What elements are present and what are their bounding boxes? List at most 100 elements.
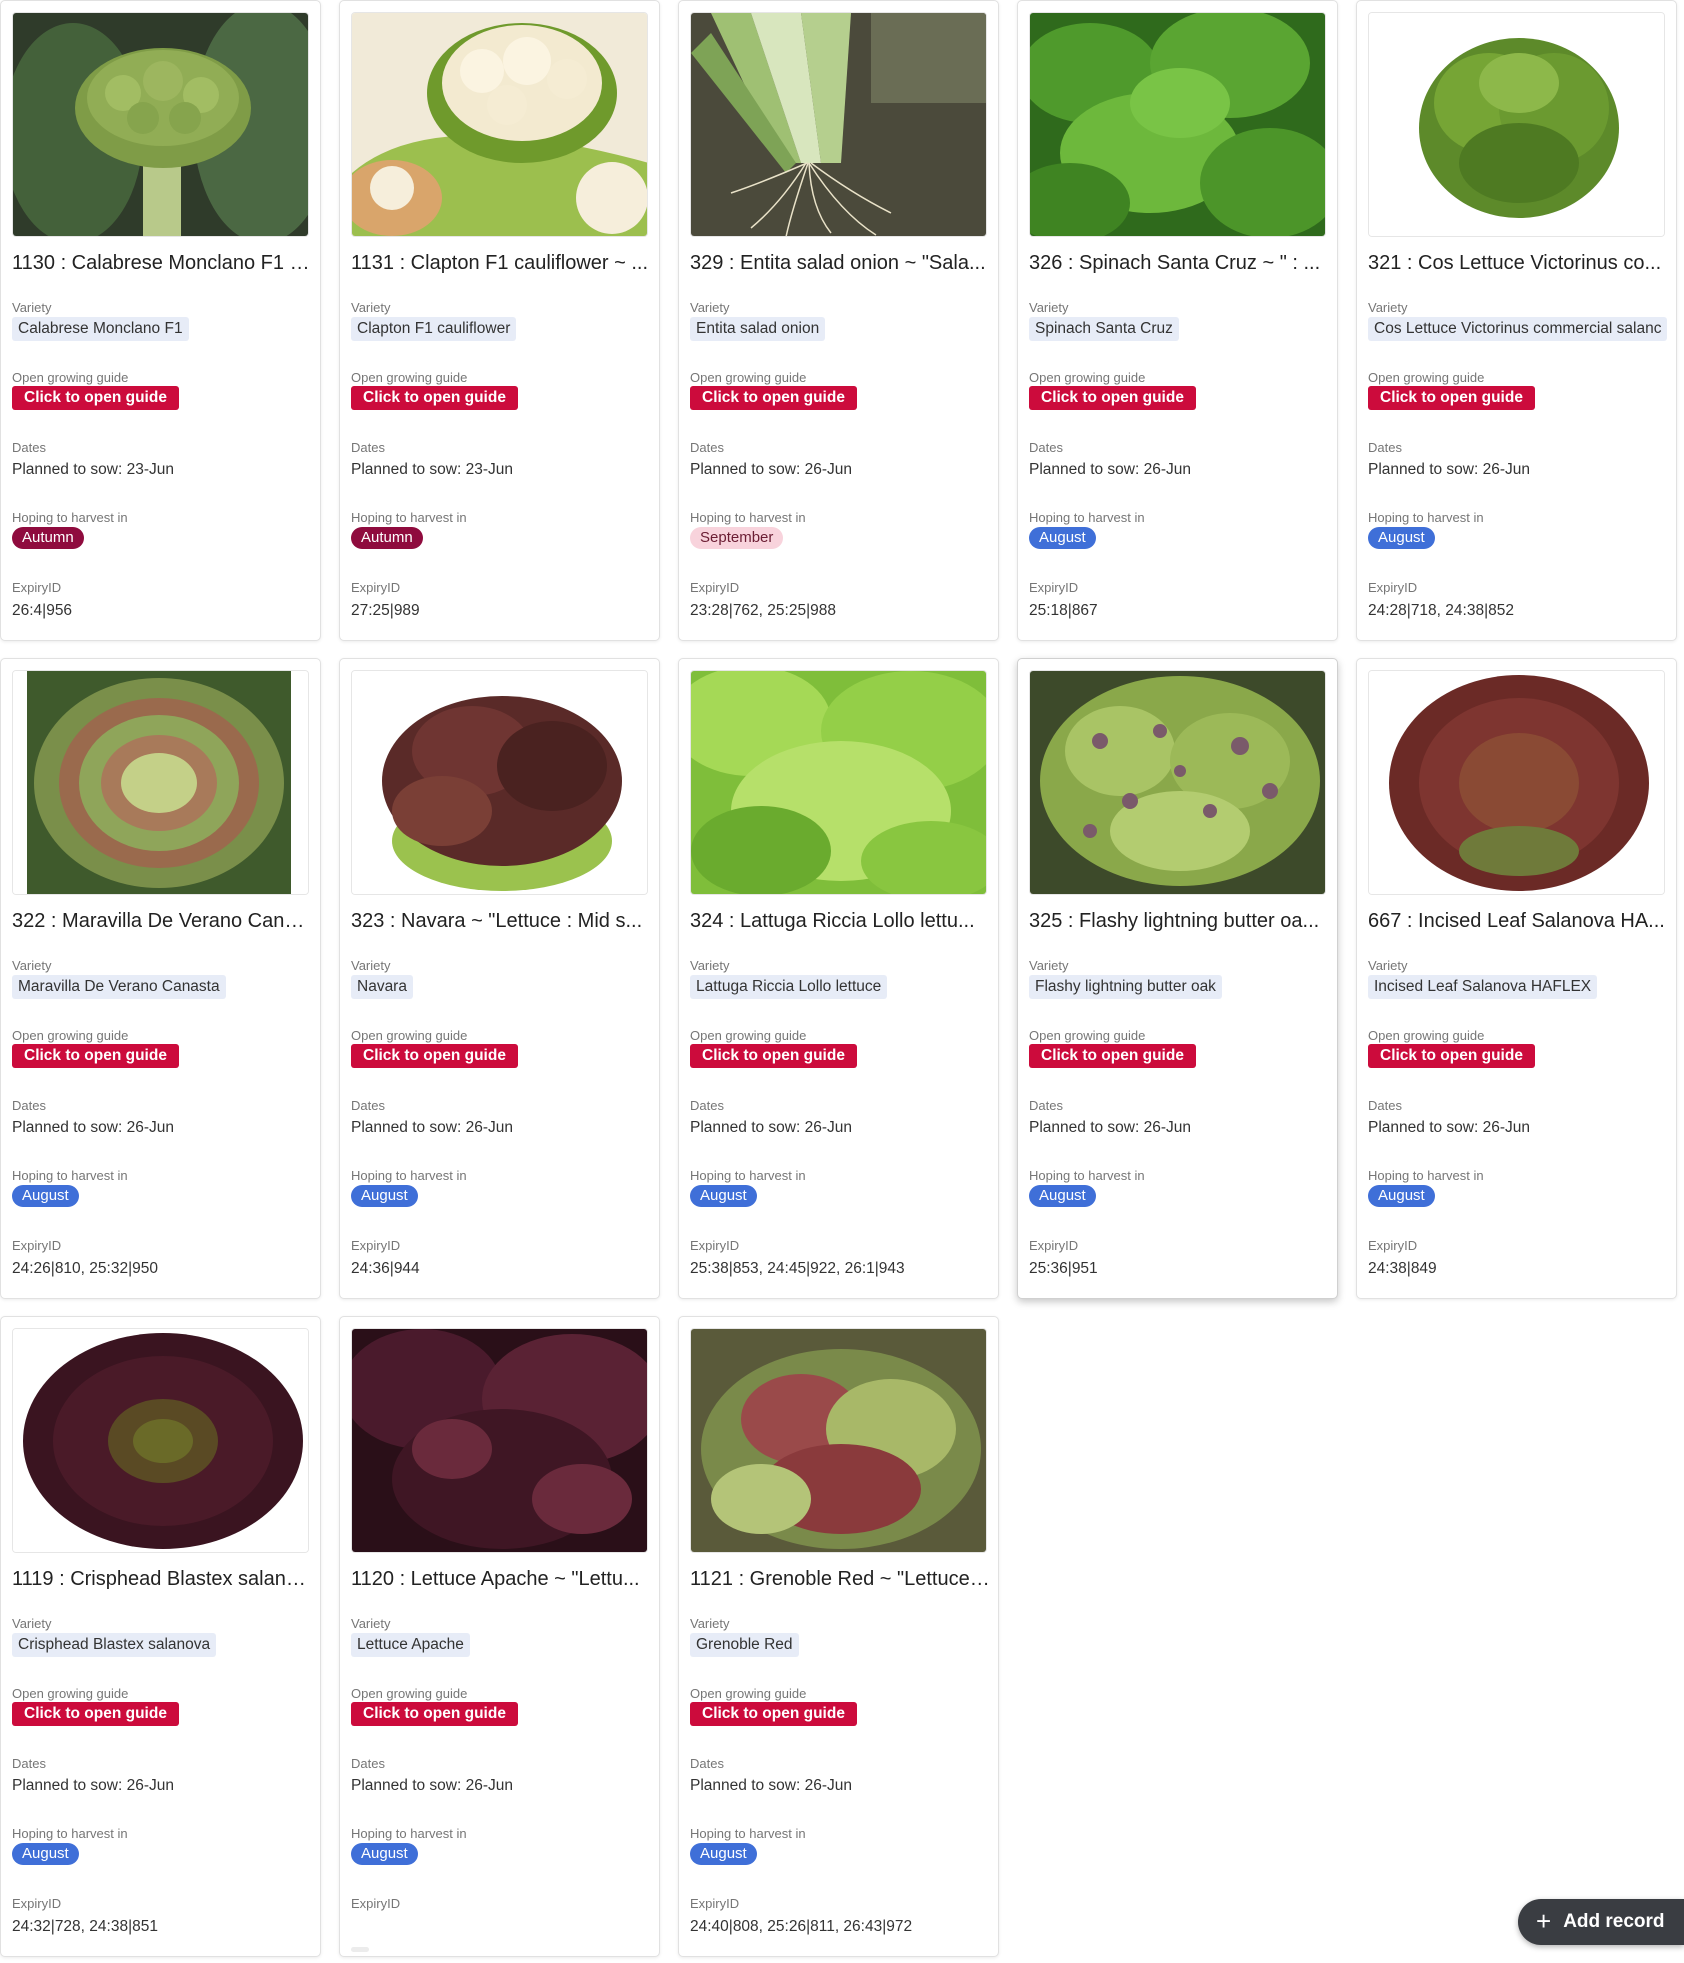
harvest-label: Hoping to harvest in: [351, 510, 467, 525]
variety-label: Variety: [12, 300, 52, 315]
planned-sow-date: Planned to sow: 23-Jun: [351, 461, 513, 478]
blastex-image: [12, 1328, 309, 1553]
record-card[interactable]: 322 : Maravilla De Verano Cana... Variet…: [0, 658, 321, 1299]
card-title: 326 : Spinach Santa Cruz ~ " : ...: [1029, 252, 1321, 274]
open-guide-button[interactable]: Click to open guide: [690, 1702, 857, 1726]
harvest-pill: August: [12, 1185, 79, 1207]
record-card[interactable]: 326 : Spinach Santa Cruz ~ " : ... Varie…: [1017, 0, 1338, 641]
variety-label: Variety: [690, 1616, 730, 1631]
open-guide-button[interactable]: Click to open guide: [12, 1044, 179, 1068]
variety-label: Variety: [1368, 300, 1408, 315]
variety-label: Variety: [1368, 958, 1408, 973]
expiry-value: 24:32|728, 24:38|851: [12, 1918, 158, 1935]
open-guide-button[interactable]: Click to open guide: [351, 386, 518, 410]
card-title: 1121 : Grenoble Red ~ "Lettuce ...: [690, 1568, 990, 1590]
record-card[interactable]: 1130 : Calabrese Monclano F1 ~... Variet…: [0, 0, 321, 641]
open-guide-button[interactable]: Click to open guide: [690, 1044, 857, 1068]
variety-label: Variety: [690, 958, 730, 973]
dates-label: Dates: [1029, 440, 1063, 455]
expiry-label: ExpiryID: [690, 1896, 740, 1911]
harvest-pill: August: [1029, 527, 1096, 549]
open-guide-button[interactable]: Click to open guide: [351, 1702, 518, 1726]
harvest-pill: August: [12, 1843, 79, 1865]
navara-lettuce-image: [351, 670, 648, 895]
card-title: 321 : Cos Lettuce Victorinus co...: [1368, 252, 1662, 274]
record-card[interactable]: 325 : Flashy lightning butter oa... Vari…: [1017, 658, 1338, 1299]
record-card[interactable]: 321 : Cos Lettuce Victorinus co... Varie…: [1356, 0, 1677, 641]
expiry-label: ExpiryID: [351, 580, 401, 595]
variety-chip: Spinach Santa Cruz: [1029, 317, 1179, 341]
expiry-value: 24:36|944: [351, 1260, 420, 1277]
harvest-label: Hoping to harvest in: [12, 1168, 128, 1183]
variety-chip: Calabrese Monclano F1: [12, 317, 189, 341]
expiry-empty: [351, 1947, 369, 1952]
guide-label: Open growing guide: [351, 370, 468, 385]
variety-label: Variety: [12, 958, 52, 973]
harvest-label: Hoping to harvest in: [690, 1826, 806, 1841]
planned-sow-date: Planned to sow: 26-Jun: [12, 1777, 174, 1794]
open-guide-button[interactable]: Click to open guide: [1368, 386, 1535, 410]
planned-sow-date: Planned to sow: 26-Jun: [1029, 1119, 1191, 1136]
record-card[interactable]: 1120 : Lettuce Apache ~ "Lettu... Variet…: [339, 1316, 660, 1957]
open-guide-button[interactable]: Click to open guide: [690, 386, 857, 410]
grenoble-red-image: [690, 1328, 987, 1553]
dates-label: Dates: [12, 1098, 46, 1113]
variety-chip: Entita salad onion: [690, 317, 826, 341]
open-guide-button[interactable]: Click to open guide: [12, 1702, 179, 1726]
guide-label: Open growing guide: [690, 1686, 807, 1701]
variety-chip: Lattuga Riccia Lollo lettuce: [690, 975, 888, 999]
cos-lettuce-image: [1368, 12, 1665, 237]
record-card[interactable]: 329 : Entita salad onion ~ "Sala... Vari…: [678, 0, 999, 641]
card-title: 1120 : Lettuce Apache ~ "Lettu...: [351, 1568, 640, 1590]
harvest-label: Hoping to harvest in: [690, 1168, 806, 1183]
add-record-label: Add record: [1563, 1911, 1665, 1932]
planned-sow-date: Planned to sow: 26-Jun: [690, 461, 852, 478]
record-card[interactable]: 1119 : Crisphead Blastex salano... Varie…: [0, 1316, 321, 1957]
dates-label: Dates: [12, 440, 46, 455]
planned-sow-date: Planned to sow: 26-Jun: [690, 1777, 852, 1794]
cauliflower-image: [351, 12, 648, 237]
plus-icon: +: [1536, 1906, 1552, 1936]
card-title: 329 : Entita salad onion ~ "Sala...: [690, 252, 986, 274]
dates-label: Dates: [351, 440, 385, 455]
expiry-value: 25:18|867: [1029, 602, 1098, 619]
planned-sow-date: Planned to sow: 23-Jun: [12, 461, 174, 478]
variety-chip: Flashy lightning butter oak: [1029, 975, 1222, 999]
harvest-pill: August: [1368, 1185, 1435, 1207]
card-title: 1130 : Calabrese Monclano F1 ~...: [12, 252, 312, 274]
open-guide-button[interactable]: Click to open guide: [1029, 1044, 1196, 1068]
open-guide-button[interactable]: Click to open guide: [1368, 1044, 1535, 1068]
expiry-label: ExpiryID: [351, 1896, 401, 1911]
variety-chip: Cos Lettuce Victorinus commercial salanc: [1368, 317, 1668, 341]
guide-label: Open growing guide: [12, 1686, 129, 1701]
harvest-pill: Autumn: [12, 527, 84, 549]
spinach-image: [1029, 12, 1326, 237]
expiry-label: ExpiryID: [1368, 1238, 1418, 1253]
variety-chip: Clapton F1 cauliflower: [351, 317, 517, 341]
record-card[interactable]: 324 : Lattuga Riccia Lollo lettu... Vari…: [678, 658, 999, 1299]
record-card[interactable]: 1121 : Grenoble Red ~ "Lettuce ... Varie…: [678, 1316, 999, 1957]
harvest-pill: August: [690, 1843, 757, 1865]
record-card[interactable]: 1131 : Clapton F1 cauliflower ~ ... Vari…: [339, 0, 660, 641]
expiry-label: ExpiryID: [1368, 580, 1418, 595]
expiry-value: 25:36|951: [1029, 1260, 1098, 1277]
planned-sow-date: Planned to sow: 26-Jun: [351, 1777, 513, 1794]
expiry-value: 25:38|853, 24:45|922, 26:1|943: [690, 1260, 905, 1277]
expiry-label: ExpiryID: [690, 580, 740, 595]
variety-label: Variety: [690, 300, 730, 315]
expiry-label: ExpiryID: [12, 1238, 62, 1253]
harvest-label: Hoping to harvest in: [1368, 510, 1484, 525]
open-guide-button[interactable]: Click to open guide: [351, 1044, 518, 1068]
maravilla-lettuce-image: [12, 670, 309, 895]
card-title: 325 : Flashy lightning butter oa...: [1029, 910, 1320, 932]
add-record-button[interactable]: + Add record: [1518, 1899, 1684, 1945]
guide-label: Open growing guide: [1368, 370, 1485, 385]
record-card[interactable]: 667 : Incised Leaf Salanova HA... Variet…: [1356, 658, 1677, 1299]
harvest-label: Hoping to harvest in: [351, 1826, 467, 1841]
open-guide-button[interactable]: Click to open guide: [12, 386, 179, 410]
salanova-image: [1368, 670, 1665, 895]
harvest-label: Hoping to harvest in: [351, 1168, 467, 1183]
expiry-value: 24:38|849: [1368, 1260, 1437, 1277]
open-guide-button[interactable]: Click to open guide: [1029, 386, 1196, 410]
record-card[interactable]: 323 : Navara ~ "Lettuce : Mid s... Varie…: [339, 658, 660, 1299]
